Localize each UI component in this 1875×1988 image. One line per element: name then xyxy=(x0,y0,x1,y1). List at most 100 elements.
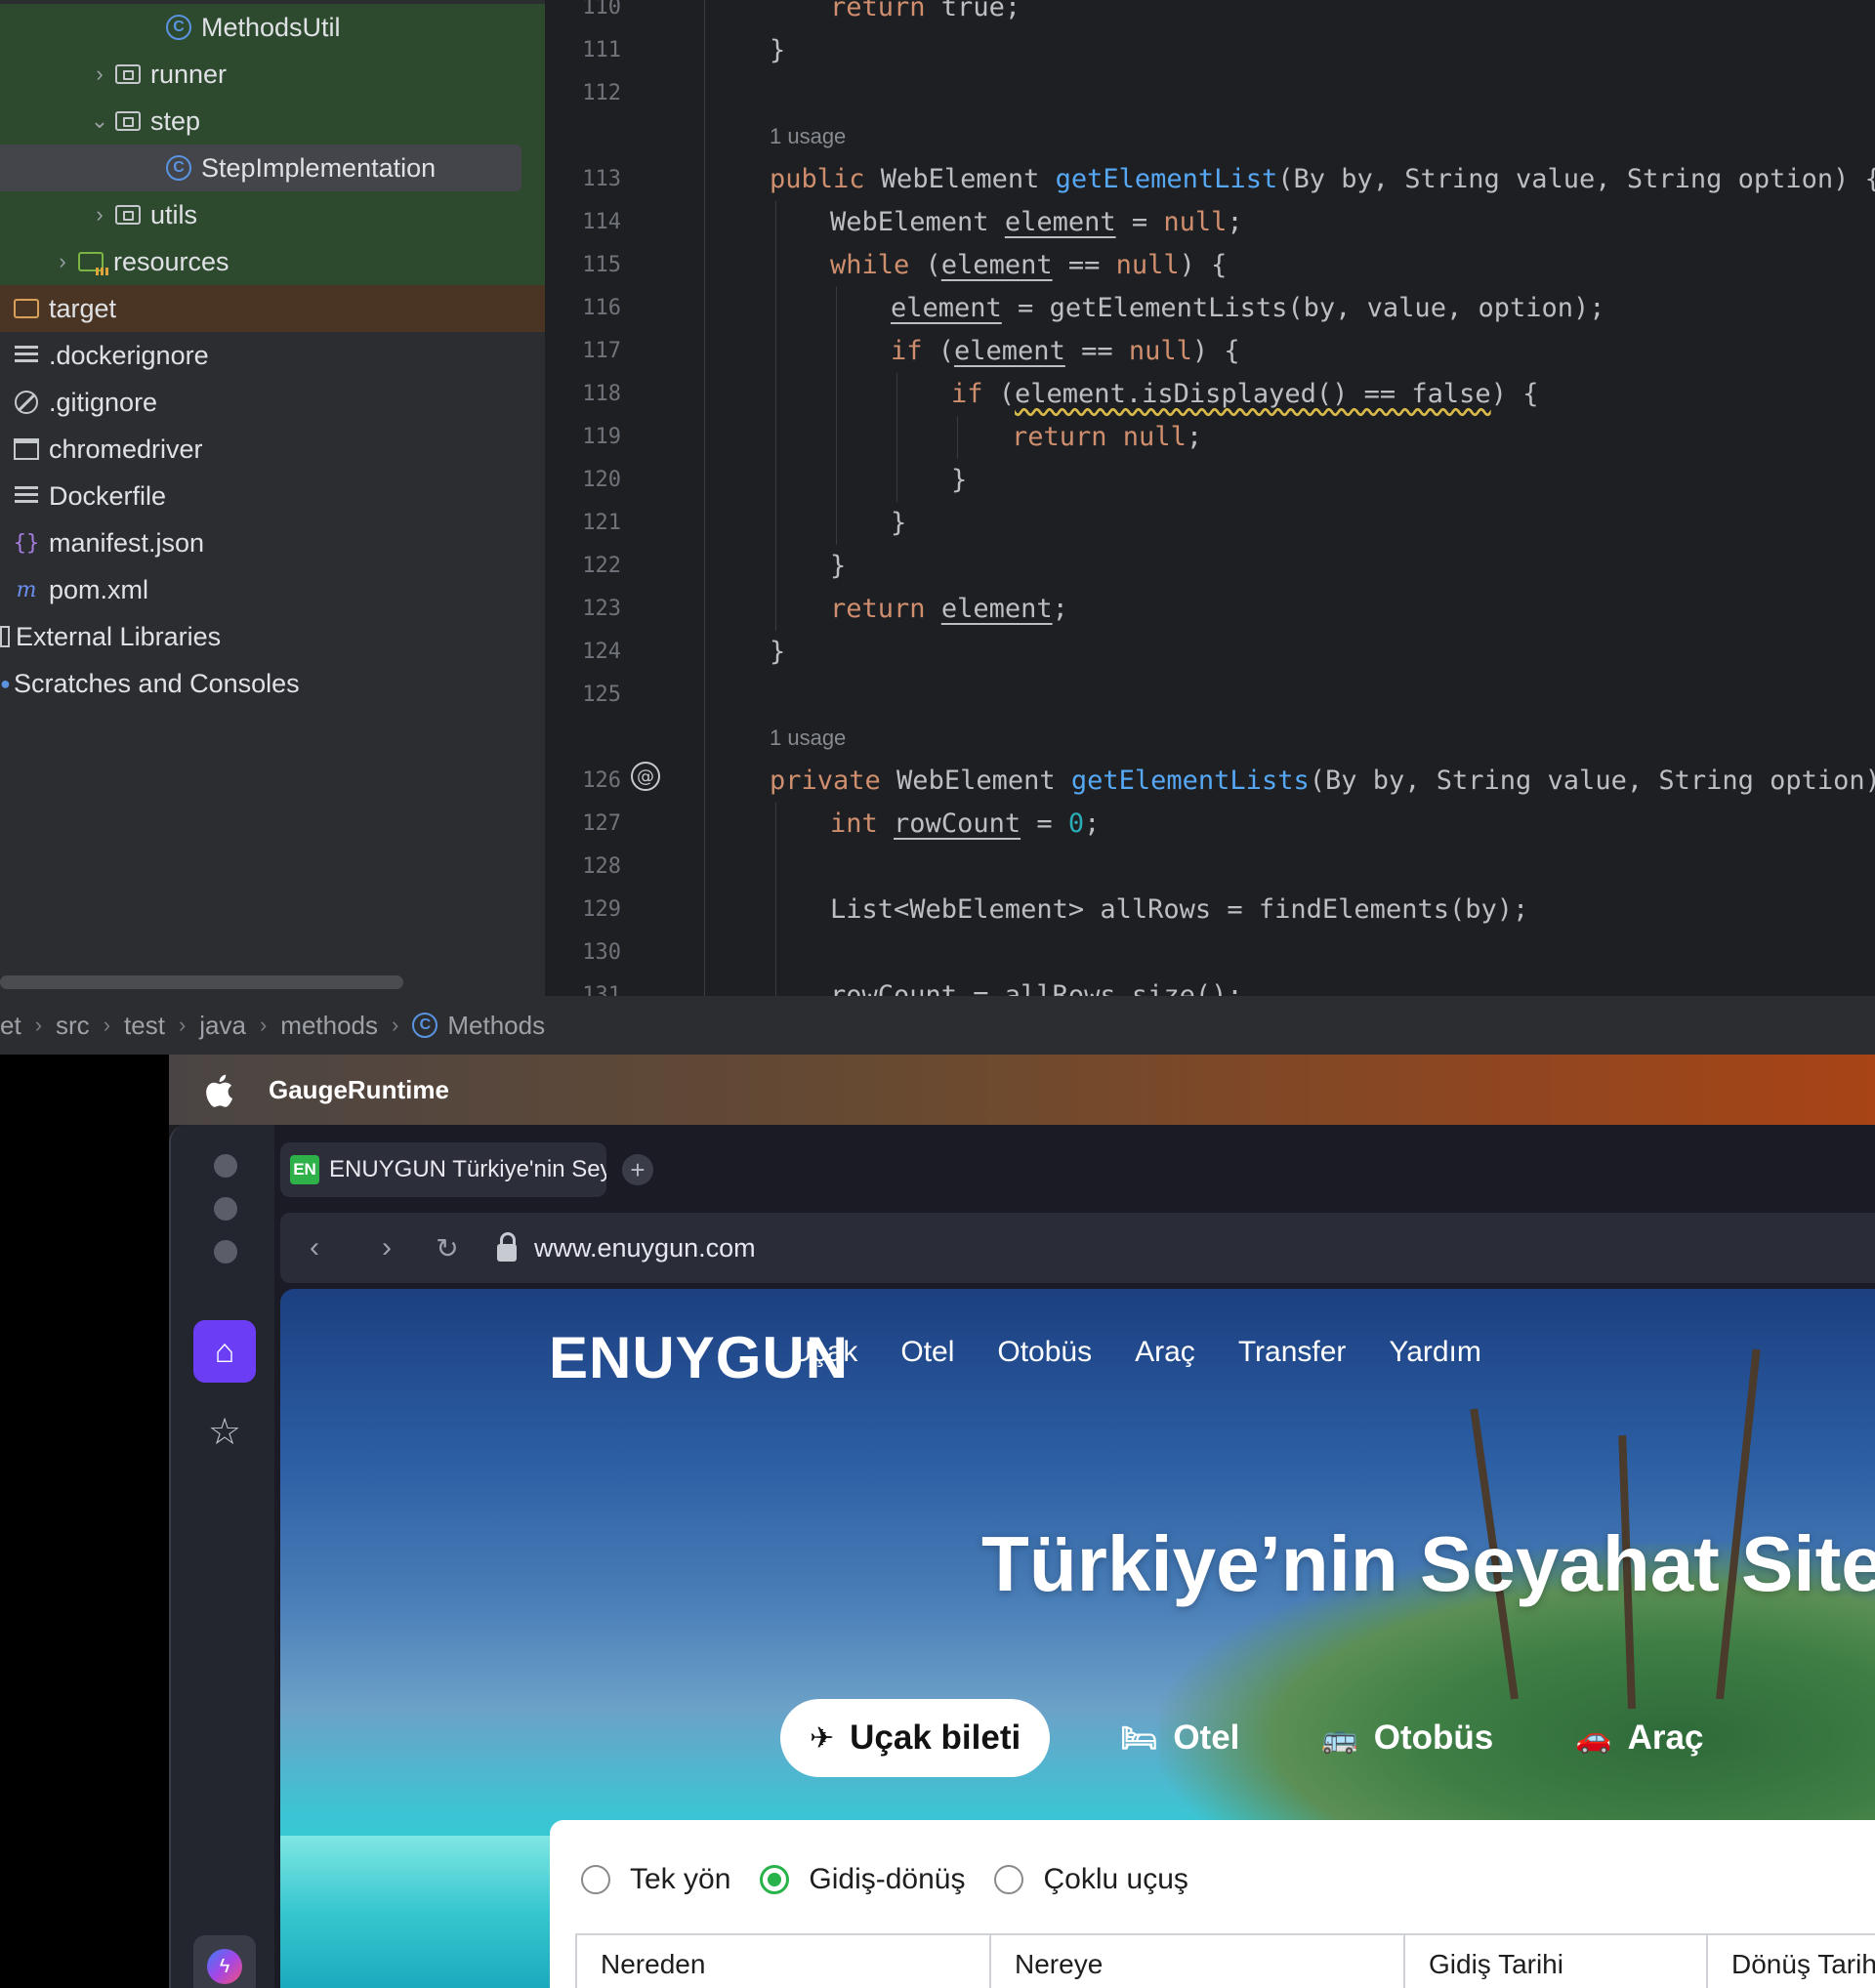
trip-type-radios: Tek yön Gidiş-dönüş Çoklu uçuş xyxy=(581,1863,1218,1896)
tab-hotel[interactable]: 🛏 Otel xyxy=(1120,1719,1239,1758)
code-line[interactable]: } xyxy=(770,29,785,72)
nav-otobus[interactable]: Otobüs xyxy=(997,1336,1092,1369)
code-line[interactable]: element = getElementLists(by, value, opt… xyxy=(770,287,1605,330)
code-line[interactable]: } xyxy=(770,502,906,545)
reload-button[interactable]: ↻ xyxy=(423,1232,472,1264)
chevron-right-icon: › xyxy=(392,1013,399,1037)
chevron-right-icon[interactable]: › xyxy=(49,249,76,274)
tab-flight[interactable]: ✈ Uçak bileti xyxy=(780,1699,1051,1777)
line-number: 121 xyxy=(582,511,621,535)
code-line[interactable]: return element; xyxy=(770,588,1068,631)
token: WebElement xyxy=(830,207,1005,237)
tree-item-step[interactable]: ⌄ step xyxy=(0,98,545,145)
folder-icon xyxy=(113,200,143,229)
code-line[interactable]: while (element == null) { xyxy=(770,244,1227,287)
override-at-icon[interactable]: @ xyxy=(631,762,660,791)
origin-field[interactable]: Nereden xyxy=(575,1933,991,1988)
code-editor[interactable]: 110 111 112 113 114 115 116 117 118 119 … xyxy=(545,0,1875,996)
nav-ucak[interactable]: Uçak xyxy=(791,1336,857,1369)
token-warning-highlight[interactable]: element.isDisplayed() == false xyxy=(1015,379,1491,409)
chevron-right-icon[interactable]: › xyxy=(86,62,113,87)
lock-icon[interactable] xyxy=(497,1232,517,1262)
tree-item-pom[interactable]: m pom.xml xyxy=(0,566,545,613)
horizontal-scrollbar[interactable] xyxy=(0,975,403,989)
radio-round-trip[interactable]: Gidiş-dönüş xyxy=(760,1863,965,1896)
departure-date-field[interactable]: Gidiş Tarihi xyxy=(1403,1933,1708,1988)
new-tab-button[interactable]: + xyxy=(622,1154,653,1185)
tree-item-external-libraries[interactable]: External Libraries xyxy=(0,613,545,660)
back-button[interactable]: ‹ xyxy=(290,1231,339,1264)
usage-hint[interactable]: 1 usage xyxy=(770,719,846,758)
forward-button[interactable]: › xyxy=(362,1231,411,1264)
home-button[interactable]: ⌂ xyxy=(193,1320,256,1383)
return-date-field[interactable]: Dönüş Tarihi xyxy=(1706,1933,1875,1988)
url-field[interactable]: www.enuygun.com xyxy=(534,1233,756,1263)
tree-item-dockerignore[interactable]: .dockerignore xyxy=(0,332,545,379)
breadcrumb-item[interactable]: Methods xyxy=(447,1011,545,1041)
breadcrumb-item[interactable]: methods xyxy=(280,1011,378,1041)
code-line[interactable]: List<WebElement> allRows = findElements(… xyxy=(770,889,1528,932)
tree-item-stepimplementation[interactable]: StepImplementation xyxy=(201,153,436,184)
browser-tab[interactable]: EN ENUYGUN Türkiye'nin Seyahat Sitesi xyxy=(280,1142,606,1197)
code-line[interactable]: rowCount = allRows.size(); xyxy=(770,974,1243,996)
tree-item-resources[interactable]: › resources xyxy=(0,238,545,285)
tree-item-target[interactable]: target xyxy=(0,285,545,332)
tree-item-label: chromedriver xyxy=(49,434,203,464)
usage-hint[interactable]: 1 usage xyxy=(770,117,846,156)
token-method-name: getElementList xyxy=(1055,164,1278,194)
tree-item-scratches[interactable]: ● Scratches and Consoles xyxy=(0,660,545,707)
window-minimize-button[interactable] xyxy=(214,1197,237,1221)
class-icon: C xyxy=(164,153,193,183)
radio-one-way[interactable]: Tek yön xyxy=(581,1863,730,1896)
breadcrumb-item[interactable]: java xyxy=(199,1011,246,1041)
tab-bus[interactable]: 🚌 Otobüs xyxy=(1321,1719,1493,1758)
bus-icon: 🚌 xyxy=(1321,1721,1358,1755)
code-line[interactable]: } xyxy=(770,459,967,502)
nav-arac[interactable]: Araç xyxy=(1135,1336,1195,1369)
code-line[interactable]: } xyxy=(770,631,785,674)
apple-logo-icon[interactable] xyxy=(204,1074,235,1107)
chevron-right-icon[interactable]: › xyxy=(86,202,113,228)
code-line[interactable]: WebElement element = null; xyxy=(770,201,1243,244)
search-fields: Nereden Nereye Gidiş Tarihi Dönüş Tarihi xyxy=(575,1933,1875,1988)
line-number: 129 xyxy=(582,897,621,922)
code-line[interactable]: public WebElement getElementList(By by, … xyxy=(770,158,1875,201)
breadcrumb-item[interactable]: et xyxy=(0,1011,21,1041)
tree-item-gitignore[interactable]: .gitignore xyxy=(0,379,545,426)
nav-yardim[interactable]: Yardım xyxy=(1389,1336,1480,1369)
radio-multi-city[interactable]: Çoklu uçuş xyxy=(994,1863,1188,1896)
token-keyword: return xyxy=(1012,422,1107,452)
window-close-button[interactable] xyxy=(214,1154,237,1178)
active-app-name[interactable]: GaugeRuntime xyxy=(269,1075,449,1105)
breadcrumb-item[interactable]: src xyxy=(56,1011,90,1041)
nav-otel[interactable]: Otel xyxy=(900,1336,954,1369)
breadcrumb-item[interactable]: test xyxy=(124,1011,165,1041)
nav-transfer[interactable]: Transfer xyxy=(1238,1336,1347,1369)
tree-item-dockerfile[interactable]: Dockerfile xyxy=(0,473,545,519)
tree-item-runner[interactable]: › runner xyxy=(0,51,545,98)
code-line[interactable]: int rowCount = 0; xyxy=(770,803,1100,846)
destination-field[interactable]: Nereye xyxy=(989,1933,1405,1988)
tree-item-methodsutil[interactable]: C MethodsUtil xyxy=(0,4,545,51)
radio-button[interactable] xyxy=(581,1865,610,1894)
tab-car[interactable]: 🚗 Araç xyxy=(1575,1719,1703,1758)
radio-button-selected[interactable] xyxy=(760,1865,790,1894)
token: = xyxy=(1021,808,1068,839)
bookmarks-button[interactable]: ☆ xyxy=(193,1400,256,1463)
messenger-button[interactable]: ϟ xyxy=(193,1935,256,1988)
chevron-right-icon: › xyxy=(34,1013,43,1037)
token: ) { xyxy=(1179,250,1228,280)
code-line[interactable]: } xyxy=(770,545,846,588)
code-line[interactable]: return true; xyxy=(770,0,1021,29)
tree-item-utils[interactable]: › utils xyxy=(0,191,545,238)
token: (By by, String value, String option) { xyxy=(1277,164,1875,194)
tree-item-manifest[interactable]: {} manifest.json xyxy=(0,519,545,566)
radio-button[interactable] xyxy=(994,1865,1024,1894)
tree-item-chromedriver[interactable]: chromedriver xyxy=(0,426,545,473)
code-line[interactable]: if (element == null) { xyxy=(770,330,1240,373)
code-line[interactable]: private WebElement getElementLists(By by… xyxy=(770,760,1875,803)
code-line[interactable]: return null; xyxy=(770,416,1202,459)
chevron-down-icon[interactable]: ⌄ xyxy=(86,108,113,134)
code-line[interactable]: if (element.isDisplayed() == false) { xyxy=(770,373,1538,416)
window-zoom-button[interactable] xyxy=(214,1240,237,1263)
